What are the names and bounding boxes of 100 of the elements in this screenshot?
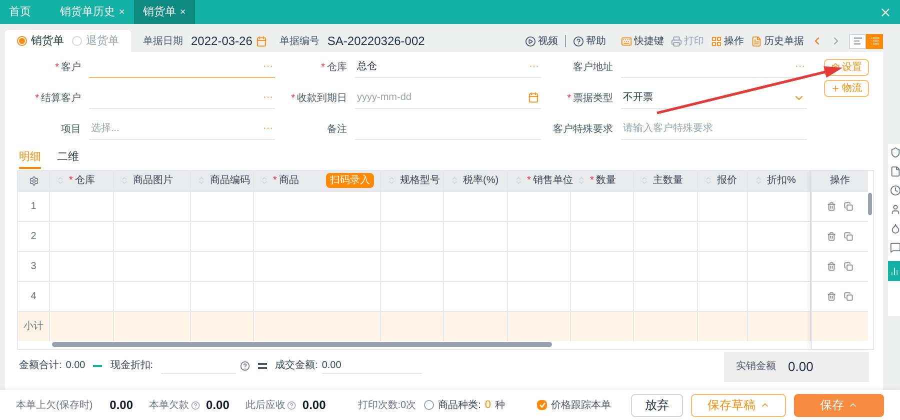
page-tab[interactable]: 销货单历史 × — [51, 0, 134, 24]
more-button[interactable]: ··· — [263, 124, 273, 134]
price-track-checkbox[interactable] — [537, 400, 547, 410]
calendar-icon[interactable] — [528, 92, 539, 103]
doc-type-radio[interactable]: 退货单 — [72, 32, 119, 50]
row-number: 1 — [18, 192, 50, 220]
side-tool-icon[interactable] — [890, 204, 900, 215]
vertical-scrollbar[interactable] — [868, 192, 872, 214]
detail-tab[interactable]: 明细 — [19, 149, 41, 168]
help-icon[interactable] — [240, 360, 250, 370]
save-button[interactable]: 保存 — [794, 394, 884, 416]
input-field[interactable]: ··· — [89, 56, 275, 78]
sort-icon[interactable] — [704, 176, 713, 185]
input-field[interactable]: 选择... ··· — [89, 118, 275, 140]
settings-icon[interactable] — [28, 176, 38, 186]
side-tool-button[interactable] — [888, 261, 900, 281]
field-label: 客户地址 — [573, 62, 613, 72]
column-header[interactable]: 商品编码 — [191, 170, 254, 190]
help-icon[interactable] — [287, 400, 296, 410]
close-tab-button[interactable]: × — [119, 4, 125, 20]
net-sales-label: 实销金额 — [736, 360, 776, 374]
toolbar-button[interactable]: 历史单据 — [751, 34, 804, 48]
column-header[interactable]: * 销售单位 — [508, 170, 571, 190]
copy-icon[interactable] — [844, 292, 853, 300]
column-header[interactable]: * 仓库 — [50, 170, 114, 190]
sort-icon[interactable] — [640, 176, 649, 185]
view-toggle-button[interactable] — [866, 34, 883, 48]
field-label: * 仓库 — [321, 62, 347, 72]
kinds-label: 商品种类: — [438, 398, 481, 412]
column-header[interactable]: 主数量 — [634, 170, 698, 190]
input-field[interactable]: 请输入客户特殊要求 — [621, 118, 807, 140]
sort-icon[interactable] — [514, 176, 523, 185]
detail-tab[interactable]: 二维 — [57, 149, 79, 168]
delete-icon[interactable] — [826, 262, 836, 270]
column-header[interactable]: 规格型号 — [381, 170, 444, 190]
copy-icon[interactable] — [844, 202, 853, 210]
add-button[interactable]: 物流 — [824, 80, 869, 97]
doc-type-radio[interactable]: 销货单 — [17, 32, 64, 50]
side-tool-icon[interactable] — [890, 147, 900, 158]
input-field[interactable]: 总仓 ··· — [355, 56, 541, 78]
sort-icon[interactable] — [260, 176, 269, 185]
deal-value: 0.00 — [322, 358, 422, 374]
sort-icon[interactable] — [56, 176, 65, 185]
calendar-icon[interactable] — [256, 36, 268, 46]
input-field[interactable]: yyyy-mm-dd — [355, 87, 541, 109]
lines-icon — [852, 36, 862, 46]
grid-icon — [711, 36, 722, 46]
close-icon[interactable] — [879, 6, 892, 18]
delete-icon[interactable] — [826, 292, 836, 300]
scan-entry-badge[interactable]: 扫码录入 — [326, 173, 374, 188]
toolbar-button[interactable]: 视频 — [525, 34, 558, 48]
sort-icon[interactable] — [754, 176, 763, 185]
toolbar-button[interactable]: 快捷键 — [621, 34, 664, 48]
more-button[interactable]: ··· — [263, 62, 273, 72]
side-tool-icon[interactable] — [890, 166, 900, 177]
more-button[interactable]: ··· — [795, 62, 805, 72]
stat-value: 0.00 — [302, 397, 326, 414]
more-button[interactable]: ··· — [529, 62, 539, 72]
net-sales-value: 0.00 — [788, 358, 814, 376]
date-value[interactable]: 2022-03-26 — [191, 32, 252, 50]
delete-icon[interactable] — [826, 202, 836, 210]
field-label: * 收款到期日 — [291, 92, 347, 104]
page-tab[interactable]: 首页 — [0, 0, 51, 24]
stat-value: 0.00 — [206, 397, 230, 414]
side-tool-icon[interactable] — [890, 223, 900, 234]
radio-button[interactable] — [424, 400, 434, 410]
input-field[interactable]: ··· — [89, 87, 275, 109]
side-tool-icon[interactable] — [890, 242, 900, 253]
help-icon[interactable] — [191, 400, 200, 410]
column-header[interactable]: 折扣% — [748, 170, 811, 190]
side-tool-icon[interactable] — [890, 185, 900, 196]
more-button[interactable]: ··· — [263, 92, 273, 102]
sort-icon[interactable] — [577, 176, 586, 185]
delete-icon[interactable] — [826, 232, 836, 240]
sort-icon[interactable] — [387, 176, 396, 185]
discard-button[interactable]: 放弃 — [631, 394, 683, 416]
column-header: 操作 — [812, 170, 868, 190]
column-header[interactable]: 报价 — [698, 170, 748, 190]
column-header[interactable]: 税率(%) — [444, 170, 508, 190]
price-track-label: 价格跟踪本单 — [551, 398, 611, 412]
save-draft-button[interactable]: 保存草稿 — [691, 394, 786, 416]
keyboard-icon — [621, 36, 632, 46]
field-label: * 结算客户 — [35, 92, 81, 104]
toolbar-button[interactable]: 操作 — [711, 34, 744, 48]
subtotal-label: 小计 — [18, 312, 50, 340]
copy-icon[interactable] — [844, 262, 853, 270]
view-toggle-button[interactable] — [849, 34, 866, 48]
toolbar-button[interactable]: 帮助 — [573, 34, 606, 48]
kinds-value: 0 — [484, 398, 491, 413]
copy-icon[interactable] — [844, 232, 853, 240]
horizontal-scrollbar[interactable] — [52, 342, 552, 347]
discount-label: 现金折扣: — [110, 358, 154, 373]
column-header[interactable]: * 数量 — [571, 170, 634, 190]
column-header[interactable]: 商品图片 — [114, 170, 191, 190]
close-tab-button[interactable]: × — [180, 4, 186, 20]
page-tab[interactable]: 销货单 × — [134, 0, 195, 24]
sort-icon[interactable] — [120, 176, 129, 185]
sort-icon[interactable] — [197, 176, 206, 185]
sort-icon[interactable] — [450, 176, 459, 185]
column-header[interactable]: * 商品 扫码录入 — [254, 170, 381, 190]
